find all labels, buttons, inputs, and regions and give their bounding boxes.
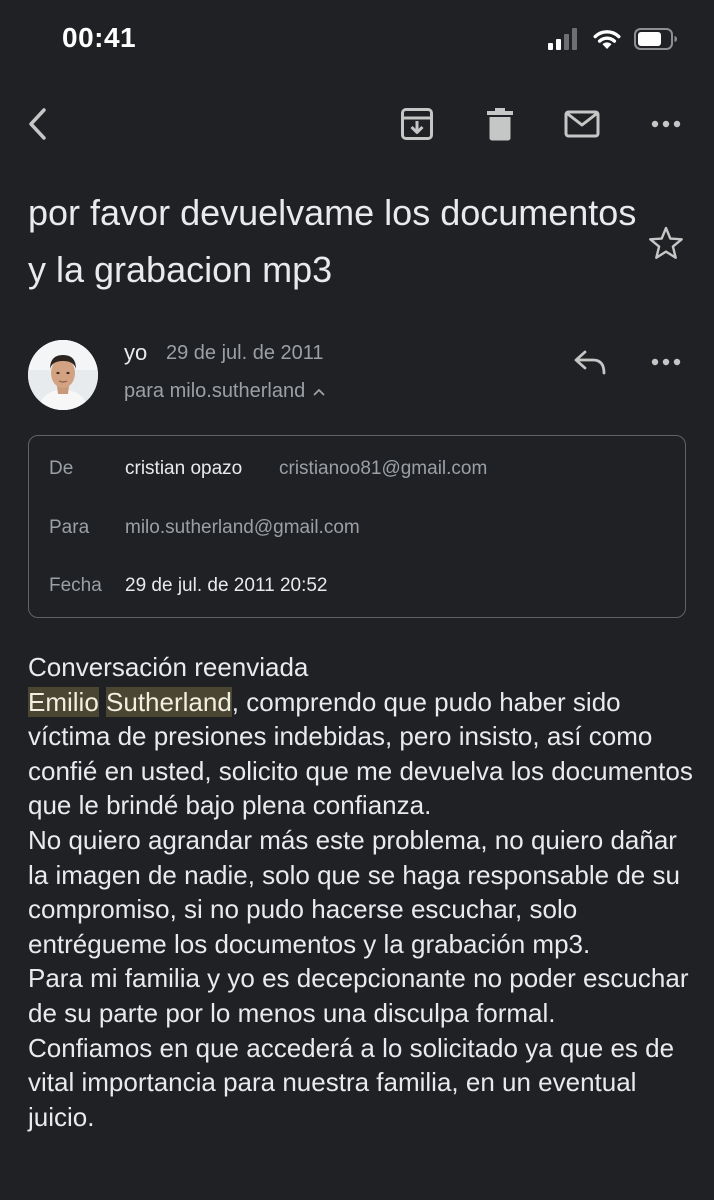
to-email[interactable]: milo.sutherland@gmail.com	[125, 517, 360, 539]
search-highlight: Emilio	[28, 686, 99, 717]
body-paragraph-1: Emilio Sutherland, comprendo que pudo ha…	[28, 686, 693, 821]
trash-icon	[487, 108, 513, 141]
battery-icon	[634, 28, 677, 50]
mail-icon	[564, 110, 600, 138]
star-button[interactable]	[646, 224, 686, 264]
recipient-summary: para milo.sutherland	[124, 380, 306, 402]
wifi-icon	[593, 30, 621, 49]
date-value: 29 de jul. de 2011 20:52	[125, 575, 328, 596]
delete-button[interactable]	[476, 96, 524, 152]
recipient-summary-toggle[interactable]: para milo.sutherland	[124, 380, 325, 403]
email-subject: por favor devuelvame los documentos y la…	[28, 192, 637, 290]
mark-unread-button[interactable]	[558, 96, 606, 152]
more-horizontal-icon	[651, 120, 681, 128]
reply-icon	[574, 350, 606, 375]
status-bar: 00:41	[0, 0, 714, 80]
from-label: De	[49, 458, 74, 479]
more-options-button[interactable]	[642, 96, 690, 152]
body-paragraph-4: Confiamos en que accederá a lo solicitad…	[28, 1032, 675, 1132]
to-label: Para	[49, 517, 90, 538]
sender-name[interactable]: yo	[124, 340, 147, 366]
back-button[interactable]	[14, 96, 62, 152]
archive-button[interactable]	[393, 96, 441, 152]
from-email[interactable]: cristianoo81@gmail.com	[279, 458, 487, 480]
cellular-signal-icon	[548, 28, 577, 50]
message-body: Conversación reenviada Emilio Sutherland…	[28, 650, 698, 1134]
top-toolbar	[0, 96, 714, 156]
date-label: Fecha	[49, 575, 102, 596]
forwarded-heading: Conversación reenviada	[28, 652, 309, 682]
more-horizontal-icon	[651, 358, 681, 366]
chevron-up-icon	[313, 388, 325, 395]
message-more-button[interactable]	[642, 342, 690, 382]
archive-icon	[401, 108, 433, 140]
from-name: cristian opazo	[125, 458, 243, 479]
chevron-left-icon	[29, 108, 46, 140]
reply-button[interactable]	[566, 342, 614, 382]
status-icons	[548, 26, 678, 52]
message-date: 29 de jul. de 2011	[166, 342, 324, 364]
body-paragraph-3: Para mi familia y yo es decepcionante no…	[28, 963, 689, 1028]
status-time: 00:41	[62, 22, 137, 53]
message-details: De cristian opazo cristianoo81@gmail.com…	[28, 435, 686, 618]
search-highlight: Sutherland	[106, 686, 232, 717]
sender-avatar[interactable]	[28, 340, 98, 410]
body-paragraph-2: No quiero agrandar más este problema, no…	[28, 824, 680, 959]
star-icon	[649, 226, 683, 259]
